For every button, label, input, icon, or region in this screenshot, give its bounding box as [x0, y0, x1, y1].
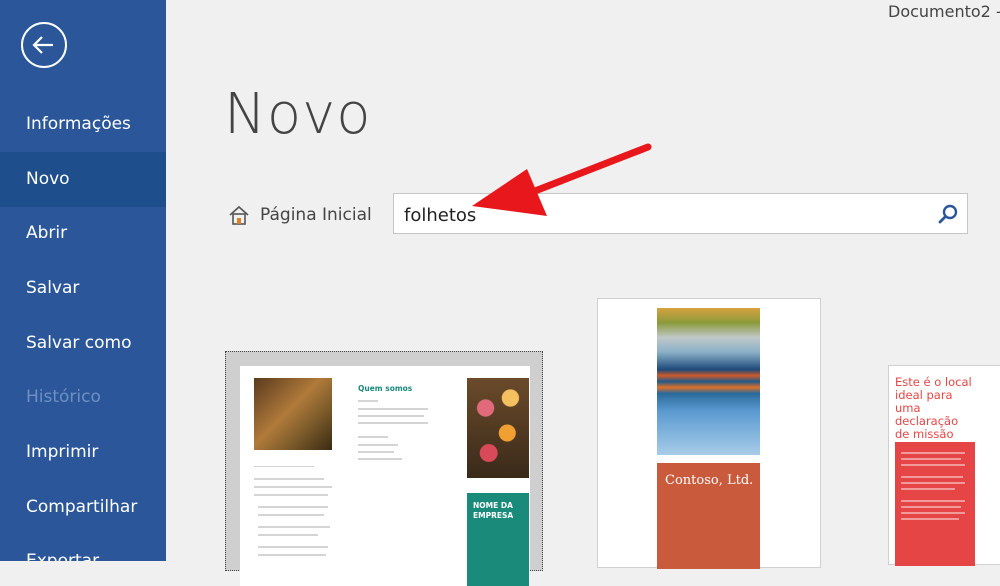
- brochure-heading: Quem somos: [358, 384, 413, 393]
- document-title: Documento2 -: [888, 2, 1000, 21]
- template-search-input[interactable]: [402, 200, 926, 230]
- home-icon: [229, 205, 249, 225]
- template-mission[interactable]: Este é o local ideal para uma declaração…: [888, 365, 1000, 566]
- mission-red-block: [895, 442, 975, 566]
- backstage-sidebar: Informações Novo Abrir Salvar Salvar com…: [0, 0, 166, 561]
- flower-shop-photo: [254, 378, 332, 450]
- sidebar-item-novo[interactable]: Novo: [0, 152, 166, 207]
- mission-heading: Este é o local ideal para uma declaração…: [895, 375, 972, 441]
- company-name-block: NOME DA EMPRESA: [467, 493, 529, 586]
- home-link[interactable]: Página Inicial: [228, 199, 372, 231]
- sidebar-item-imprimir[interactable]: Imprimir: [0, 425, 166, 480]
- template-search-box: [393, 193, 968, 234]
- back-button[interactable]: [21, 22, 67, 68]
- search-icon[interactable]: [937, 203, 959, 225]
- sidebar-item-salvar-como[interactable]: Salvar como: [0, 316, 166, 371]
- sidebar-item-salvar[interactable]: Salvar: [0, 261, 166, 316]
- sidebar-item-historico: Histórico: [26, 387, 101, 407]
- sidebar-item-exportar[interactable]: Exportar: [0, 534, 166, 561]
- sidebar-item-informacoes[interactable]: Informações: [0, 97, 166, 152]
- contoso-block: Contoso, Ltd.: [657, 463, 760, 569]
- page-title: Novo: [224, 82, 372, 147]
- template-brochure-teal[interactable]: Quem somos NOME DA EMPRESA: [225, 351, 543, 586]
- back-arrow-icon: [32, 36, 53, 54]
- flowers-photo: [467, 378, 529, 478]
- sidebar-item-compartilhar[interactable]: Compartilhar: [0, 480, 166, 535]
- template-brochure-page: Quem somos NOME DA EMPRESA: [240, 366, 530, 586]
- home-link-label: Página Inicial: [260, 205, 372, 225]
- lake-boats-photo: [657, 308, 760, 455]
- sidebar-item-abrir[interactable]: Abrir: [0, 206, 166, 261]
- template-contoso[interactable]: Contoso, Ltd.: [597, 298, 821, 569]
